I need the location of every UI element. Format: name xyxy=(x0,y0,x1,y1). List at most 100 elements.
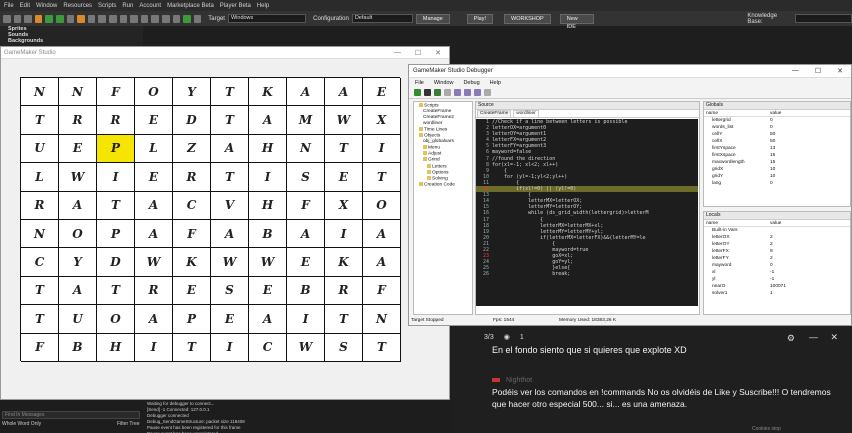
tree-item[interactable]: Creation Code xyxy=(415,182,471,188)
variable-row[interactable]: maxwordlength 15 xyxy=(704,159,850,166)
letter-cell[interactable]: F xyxy=(363,276,401,306)
letter-cell[interactable]: K xyxy=(325,248,363,277)
letter-cell[interactable]: A xyxy=(287,78,325,107)
debug-run-icon[interactable] xyxy=(55,14,64,23)
letter-cell[interactable]: R xyxy=(135,276,173,306)
letter-cell[interactable]: D xyxy=(97,248,135,277)
variable-row[interactable]: nearO 100071 xyxy=(704,283,850,290)
letter-cell[interactable]: F xyxy=(97,78,135,107)
letter-cell[interactable]: T xyxy=(21,276,59,306)
letter-cell[interactable]: I xyxy=(287,305,325,334)
play-button[interactable]: Play! xyxy=(466,13,494,24)
letter-cell[interactable]: E xyxy=(211,305,249,334)
letter-cell[interactable]: P xyxy=(97,219,135,249)
letter-cell[interactable]: M xyxy=(287,106,325,135)
variable-row[interactable]: Built-in Vars xyxy=(704,227,850,234)
stop-icon[interactable] xyxy=(444,89,451,96)
step-into-icon[interactable] xyxy=(454,89,461,96)
letter-cell[interactable]: S xyxy=(287,163,325,192)
letter-cell[interactable]: L xyxy=(21,163,59,192)
letter-cell[interactable]: H xyxy=(249,191,287,220)
letter-cell[interactable]: X xyxy=(363,106,401,135)
resource-backgrounds[interactable]: Backgrounds xyxy=(8,38,143,44)
ide-menu-item[interactable]: Window xyxy=(36,3,57,9)
letter-cell[interactable]: A xyxy=(363,219,401,249)
letter-cell[interactable]: H xyxy=(249,134,287,164)
script-icon[interactable] xyxy=(130,14,138,23)
letter-cell[interactable]: T xyxy=(173,333,211,362)
letter-cell[interactable]: R xyxy=(97,106,135,135)
ide-menu-item[interactable]: Run xyxy=(122,3,133,9)
debugger-menu-debug[interactable]: Debug xyxy=(463,80,479,86)
letter-cell[interactable]: W xyxy=(59,163,97,192)
letter-cell[interactable]: N xyxy=(21,78,59,107)
font-icon[interactable] xyxy=(140,14,149,23)
restart-icon[interactable] xyxy=(434,89,441,96)
letter-cell[interactable]: B xyxy=(59,333,97,362)
letter-cell[interactable]: D xyxy=(173,106,211,135)
step-out-icon[interactable] xyxy=(474,89,481,96)
letter-cell[interactable]: U xyxy=(59,305,97,334)
ide-menu-item[interactable]: Help xyxy=(257,3,269,9)
refresh-icon[interactable] xyxy=(484,89,491,96)
ide-menu-item[interactable]: Edit xyxy=(20,3,30,9)
whole-word-checkbox[interactable]: Whole Word Only xyxy=(2,421,41,427)
letter-cell[interactable]: U xyxy=(21,134,59,164)
variable-row[interactable]: mayword 0 xyxy=(704,262,850,269)
letter-cell[interactable]: S xyxy=(211,276,249,306)
debugger-maximize-icon[interactable]: ☐ xyxy=(815,67,821,75)
ide-menu-item[interactable]: Scripts xyxy=(98,3,116,9)
variable-row[interactable]: letterOX 2 xyxy=(704,234,850,241)
letter-cell[interactable]: O xyxy=(135,78,173,107)
variable-row[interactable]: yl -1 xyxy=(704,276,850,283)
letter-cell[interactable]: C xyxy=(249,333,287,362)
letter-cell[interactable]: K xyxy=(249,78,287,107)
sprite-icon[interactable] xyxy=(87,14,96,23)
letter-cell[interactable]: Y xyxy=(173,78,211,107)
letter-cell[interactable]: A xyxy=(211,134,249,164)
workshop-button[interactable]: WORKSHOP xyxy=(504,13,551,24)
letter-cell[interactable]: I xyxy=(363,134,401,164)
letter-cell[interactable]: R xyxy=(325,276,363,306)
ide-menu-item[interactable]: Resources xyxy=(63,3,92,9)
letter-cell[interactable]: E xyxy=(173,276,211,306)
letter-cell[interactable]: F xyxy=(21,333,59,362)
letter-cell[interactable]: F xyxy=(173,219,211,249)
tab-createframe[interactable]: CreateFrame xyxy=(477,110,512,117)
minimize-chat-icon[interactable]: — xyxy=(809,332,818,342)
game-settings-icon[interactable] xyxy=(183,14,191,23)
background-icon[interactable] xyxy=(108,14,117,23)
letter-cell[interactable]: N xyxy=(363,305,401,334)
letter-cell[interactable]: N xyxy=(287,134,325,164)
letter-cell[interactable]: K xyxy=(173,248,211,277)
play-icon[interactable] xyxy=(414,89,421,96)
letter-cell[interactable]: P xyxy=(97,134,135,164)
target-select[interactable]: Windows xyxy=(227,14,307,23)
letter-cell[interactable]: W xyxy=(211,248,249,277)
letter-cell[interactable]: A xyxy=(135,191,173,220)
letter-cell[interactable]: E xyxy=(249,276,287,306)
stop-icon[interactable] xyxy=(66,14,75,23)
letter-cell[interactable]: A xyxy=(135,219,173,249)
letter-cell[interactable]: V xyxy=(211,191,249,220)
letter-cell[interactable]: X xyxy=(325,191,363,220)
letter-cell[interactable]: P xyxy=(173,305,211,334)
debugger-close-icon[interactable]: ✕ xyxy=(837,67,843,75)
step-over-icon[interactable] xyxy=(464,89,471,96)
variable-row[interactable]: lettergrid 0 xyxy=(704,117,850,124)
letter-cell[interactable]: H xyxy=(97,333,135,362)
variable-row[interactable]: letterFY 2 xyxy=(704,255,850,262)
letter-cell[interactable]: E xyxy=(363,78,401,107)
run-icon[interactable] xyxy=(45,14,53,23)
object-icon[interactable] xyxy=(161,14,170,23)
code-editor[interactable]: 1//Check if a line between letters is po… xyxy=(476,119,698,306)
letter-cell[interactable]: B xyxy=(249,219,287,249)
letter-cell[interactable]: I xyxy=(97,163,135,192)
letter-cell[interactable]: N xyxy=(21,219,59,249)
letter-cell[interactable]: S xyxy=(325,333,363,362)
letter-cell[interactable]: T xyxy=(325,305,363,334)
gear-icon[interactable]: ⚙ xyxy=(787,333,795,344)
letter-cell[interactable]: A xyxy=(59,191,97,220)
new-file-icon[interactable] xyxy=(3,14,11,23)
variable-row[interactable]: words_list 0 xyxy=(704,124,850,131)
